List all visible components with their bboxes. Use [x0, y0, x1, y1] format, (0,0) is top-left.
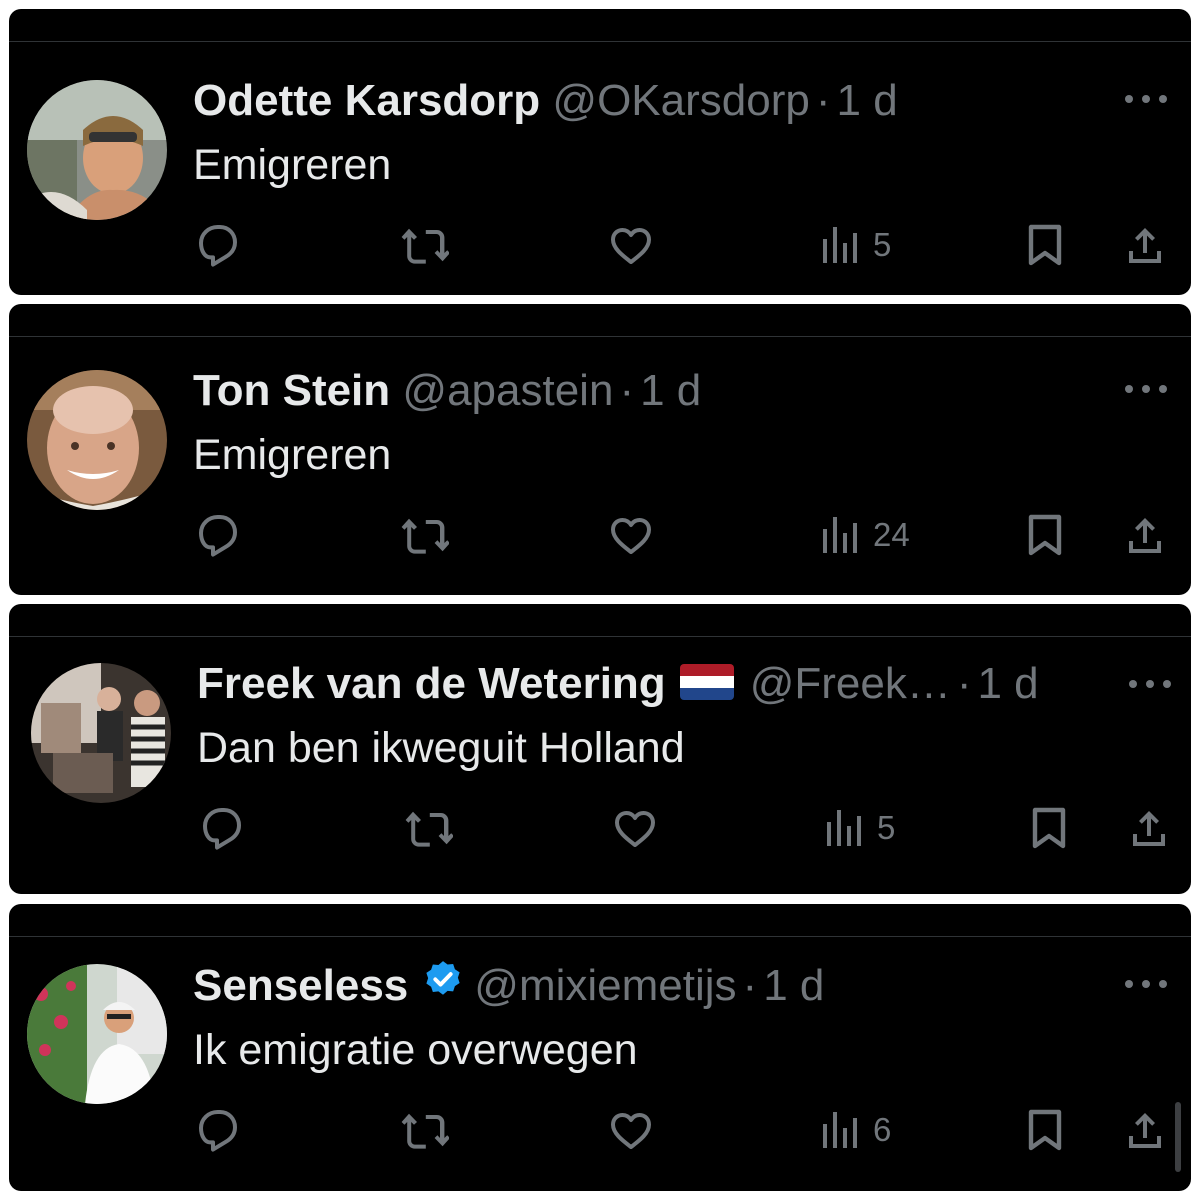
user-handle[interactable]: @Freek…	[750, 659, 951, 708]
display-name[interactable]: Senseless	[193, 961, 408, 1010]
retweet-icon	[401, 518, 449, 554]
separator: ·	[956, 659, 972, 708]
heart-icon	[611, 1113, 651, 1149]
bookmark-button[interactable]	[1021, 505, 1069, 565]
display-name[interactable]: Freek van de Wetering	[197, 659, 666, 708]
tweet-text: Ik emigratie overwegen	[193, 1026, 638, 1074]
tweet-header: Senseless @mixiemetijs · 1 d	[193, 962, 824, 1014]
avatar[interactable]	[27, 370, 167, 510]
share-button[interactable]	[1121, 1100, 1169, 1160]
tweet-text: Emigreren	[193, 431, 392, 479]
bookmark-icon	[1025, 804, 1073, 852]
like-button[interactable]	[607, 505, 655, 565]
timestamp[interactable]: 1 d	[763, 961, 824, 1010]
avatar[interactable]	[27, 964, 167, 1104]
tweet-actions: 6	[9, 1100, 1191, 1160]
views-icon	[827, 810, 861, 846]
timestamp[interactable]: 1 d	[977, 659, 1038, 708]
tweet-text: Emigreren	[193, 141, 392, 189]
retweet-button[interactable]	[401, 215, 449, 275]
views-count: 5	[877, 809, 896, 846]
heart-icon	[611, 518, 651, 554]
timestamp[interactable]: 1 d	[837, 76, 898, 125]
reply-icon	[199, 515, 237, 557]
more-icon[interactable]	[1125, 385, 1167, 395]
like-button[interactable]	[607, 1100, 655, 1160]
retweet-button[interactable]	[401, 505, 449, 565]
share-icon	[1129, 1113, 1161, 1148]
divider	[9, 41, 1191, 42]
share-icon	[1129, 518, 1161, 553]
divider	[9, 636, 1191, 637]
views-count: 6	[873, 1111, 892, 1148]
reply-button[interactable]	[197, 798, 245, 858]
share-button[interactable]	[1121, 505, 1169, 565]
divider	[9, 336, 1191, 337]
divider	[9, 936, 1191, 937]
more-icon[interactable]	[1125, 980, 1167, 990]
avatar[interactable]	[31, 663, 171, 803]
share-button[interactable]	[1125, 798, 1173, 858]
tweet-actions: 5	[9, 798, 1191, 858]
tweet-card[interactable]: Ton Stein @apastein · 1 d Emigreren 24	[9, 304, 1191, 595]
separator: ·	[815, 76, 831, 125]
share-icon	[1133, 811, 1165, 846]
bookmark-button[interactable]	[1025, 798, 1073, 858]
bookmark-icon	[1021, 511, 1069, 559]
avatar[interactable]	[27, 80, 167, 220]
views-button[interactable]: 5	[815, 215, 891, 275]
reply-button[interactable]	[193, 215, 241, 275]
tweet-actions: 24	[9, 505, 1191, 565]
views-button[interactable]: 5	[819, 798, 895, 858]
retweet-icon	[401, 1113, 449, 1149]
user-handle[interactable]: @OKarsdorp	[552, 76, 809, 125]
tweet-card[interactable]: Freek van de Wetering @Freek… · 1 d Dan ben…	[9, 604, 1191, 894]
share-button[interactable]	[1121, 215, 1169, 275]
separator: ·	[742, 961, 758, 1010]
views-icon	[823, 517, 857, 553]
tweet-header: Freek van de Wetering @Freek… · 1 d	[197, 660, 1039, 708]
tweet-card[interactable]: Senseless @mixiemetijs · 1 d Ik emigratie o…	[9, 904, 1191, 1191]
views-count: 24	[873, 516, 910, 553]
verified-icon	[422, 958, 464, 1010]
more-icon[interactable]	[1125, 95, 1167, 105]
tweet-text: Dan ben ikweguit Holland	[197, 724, 685, 772]
bookmark-icon	[1021, 221, 1069, 269]
reply-icon	[199, 225, 237, 267]
heart-icon	[615, 811, 655, 847]
retweet-button[interactable]	[401, 1100, 449, 1160]
scrollbar[interactable]	[1175, 1102, 1181, 1172]
share-icon	[1129, 228, 1161, 263]
views-icon	[823, 1112, 857, 1148]
views-count: 5	[873, 226, 892, 263]
bookmark-button[interactable]	[1021, 215, 1069, 275]
user-handle[interactable]: @mixiemetijs	[474, 961, 736, 1010]
views-icon	[823, 227, 857, 263]
display-name[interactable]: Ton Stein	[193, 366, 390, 415]
like-button[interactable]	[607, 215, 655, 275]
bookmark-button[interactable]	[1021, 1100, 1069, 1160]
like-button[interactable]	[611, 798, 659, 858]
tweet-header: Odette Karsdorp @OKarsdorp · 1 d	[193, 77, 898, 125]
views-button[interactable]: 24	[815, 505, 910, 565]
tweet-card[interactable]: Odette Karsdorp @OKarsdorp · 1 d Emigreren…	[9, 9, 1191, 295]
more-icon[interactable]	[1129, 680, 1171, 690]
netherlands-flag-icon	[679, 664, 734, 701]
retweet-button[interactable]	[405, 798, 453, 858]
display-name[interactable]: Odette Karsdorp	[193, 76, 540, 125]
separator: ·	[619, 366, 635, 415]
retweet-icon	[401, 228, 449, 264]
timestamp[interactable]: 1 d	[640, 366, 701, 415]
tweet-header: Ton Stein @apastein · 1 d	[193, 367, 701, 415]
reply-button[interactable]	[193, 505, 241, 565]
heart-icon	[611, 228, 651, 264]
reply-icon	[199, 1110, 237, 1152]
reply-icon	[203, 808, 241, 850]
bookmark-icon	[1021, 1106, 1069, 1154]
reply-button[interactable]	[193, 1100, 241, 1160]
user-handle[interactable]: @apastein	[402, 366, 613, 415]
tweet-actions: 5	[9, 215, 1191, 275]
views-button[interactable]: 6	[815, 1100, 891, 1160]
retweet-icon	[405, 811, 453, 847]
